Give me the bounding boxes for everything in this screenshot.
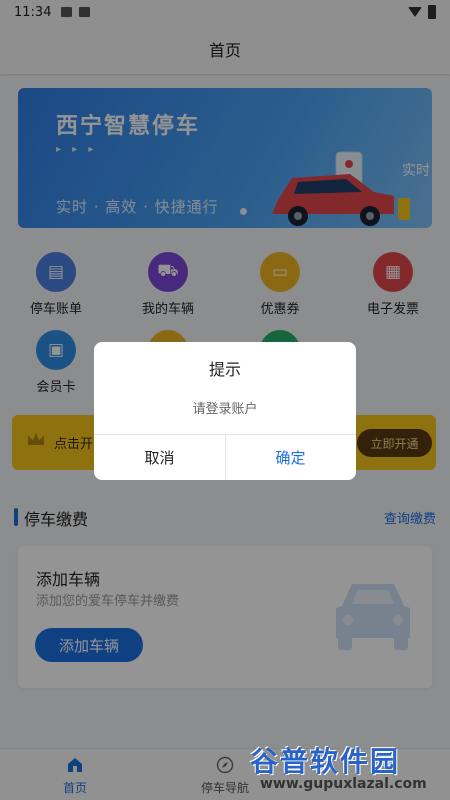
site-watermark: 谷普软件园 www.gupuxlazal.com: [250, 740, 448, 798]
confirm-button[interactable]: 确定: [225, 435, 356, 480]
dialog-message: 请登录账户: [192, 402, 258, 417]
watermark-url: www.gupuxlazal.com: [260, 776, 427, 792]
cancel-button[interactable]: 取消: [94, 435, 225, 480]
login-prompt-dialog: 提示 请登录账户 取消 确定: [94, 342, 356, 480]
watermark-text: 谷普软件园: [250, 745, 401, 778]
dialog-title: 提示: [208, 360, 241, 379]
